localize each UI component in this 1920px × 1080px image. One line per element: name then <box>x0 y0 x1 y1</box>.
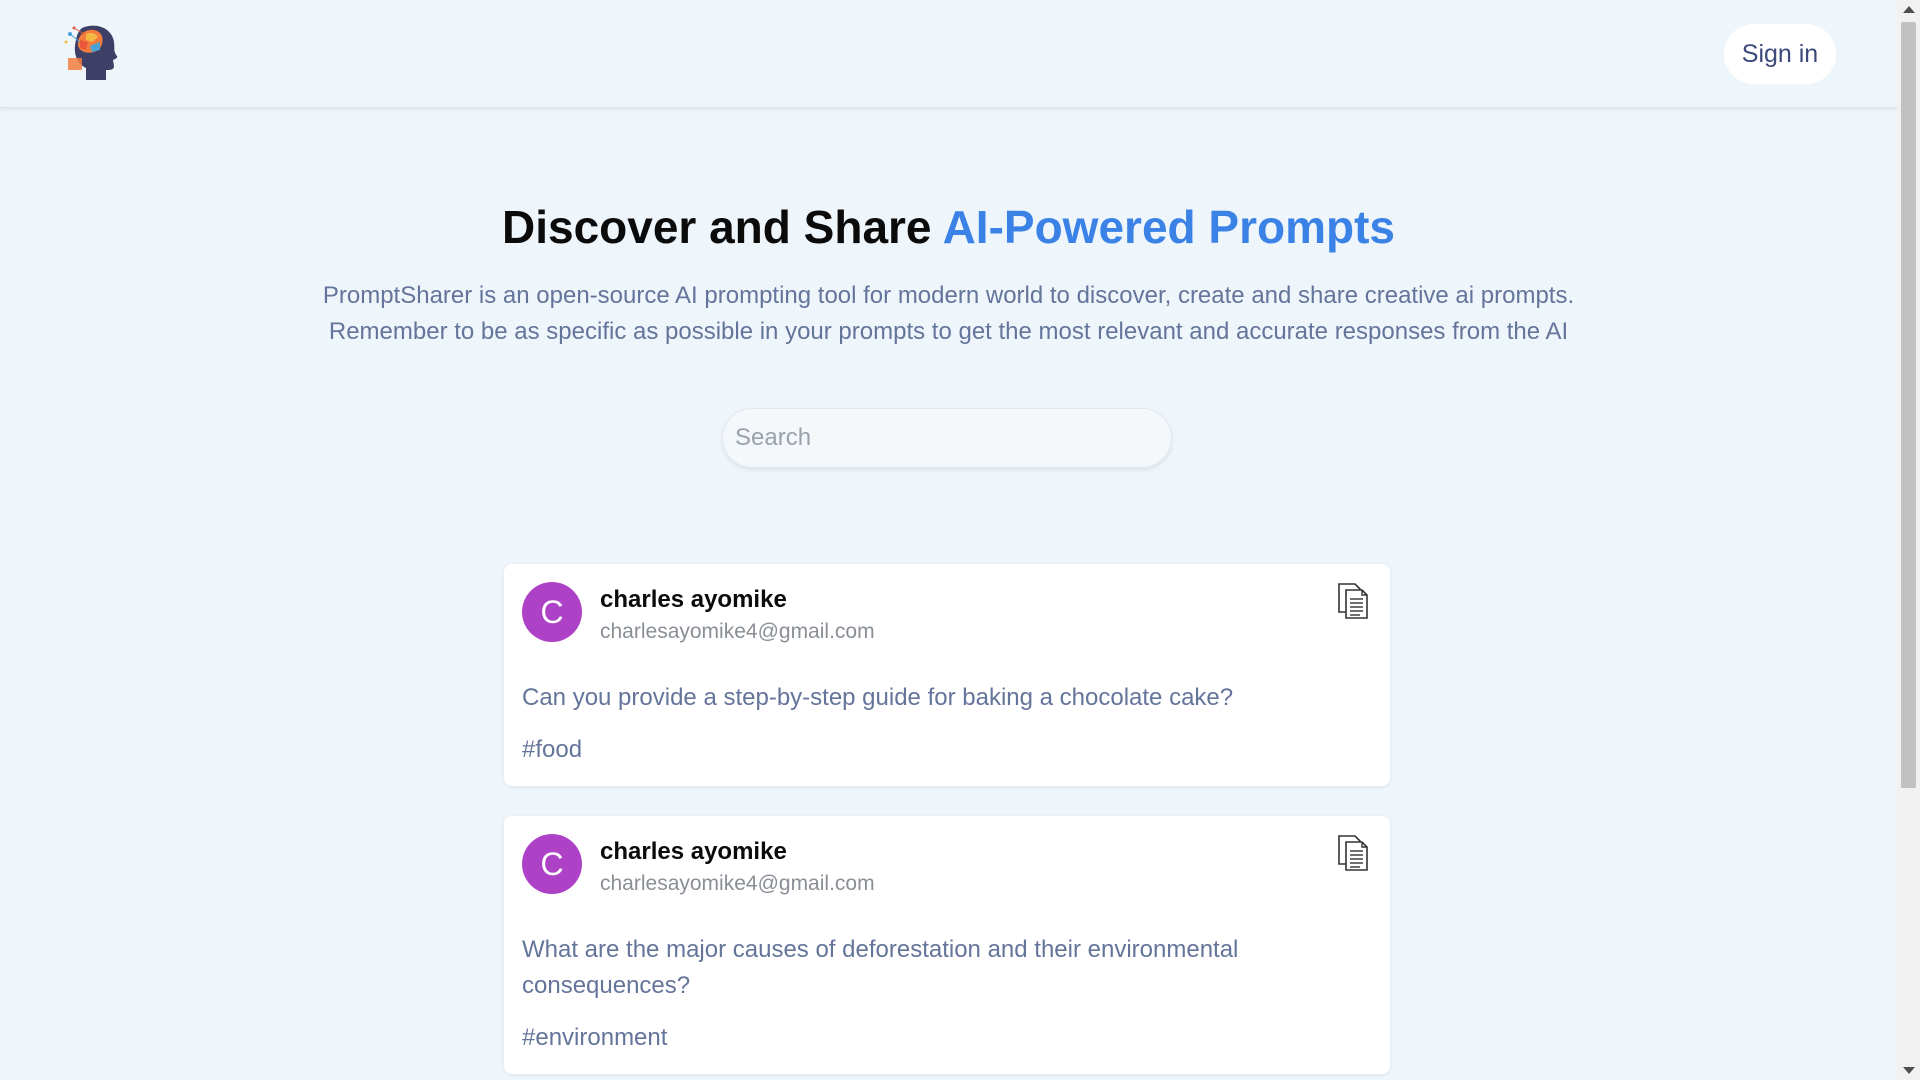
page-description: PromptSharer is an open-source AI prompt… <box>200 278 1697 350</box>
description-line-2: Remember to be as specific as possible i… <box>328 318 1569 345</box>
prompt-card: C charles ayomike charlesayomike4@gmail.… <box>504 564 1390 786</box>
author-name[interactable]: charles ayomike <box>600 586 787 614</box>
prompt-tag[interactable]: #environment <box>522 1024 667 1052</box>
prompt-text: Can you provide a step-by-step guide for… <box>522 684 1234 711</box>
search-input[interactable] <box>722 408 1172 468</box>
top-navbar: Sign in <box>0 0 1897 108</box>
scrollbar-thumb[interactable] <box>1901 22 1916 788</box>
copy-icon[interactable] <box>1336 582 1370 620</box>
title-accent: AI-Powered Prompts <box>942 201 1395 253</box>
copy-icon[interactable] <box>1336 834 1370 872</box>
prompt-text: What are the major causes of deforestati… <box>522 936 1239 999</box>
author-name[interactable]: charles ayomike <box>600 838 787 866</box>
avatar[interactable]: C <box>522 582 582 642</box>
description-line-1: PromptSharer is an open-source AI prompt… <box>322 282 1575 309</box>
prompt-tag[interactable]: #food <box>522 736 582 764</box>
sign-in-button[interactable]: Sign in <box>1724 24 1836 84</box>
scroll-up-arrow-icon[interactable] <box>1903 6 1915 13</box>
prompt-card: C charles ayomike charlesayomike4@gmail.… <box>504 816 1390 1074</box>
brain-head-logo-icon[interactable] <box>60 20 120 84</box>
author-email: charlesayomike4@gmail.com <box>600 620 875 643</box>
vertical-scrollbar[interactable] <box>1897 0 1920 1080</box>
title-main: Discover and Share <box>501 201 943 253</box>
avatar[interactable]: C <box>522 834 582 894</box>
scroll-down-arrow-icon[interactable] <box>1903 1067 1915 1074</box>
author-email: charlesayomike4@gmail.com <box>600 872 875 895</box>
page-title: Discover and Share AI-Powered Prompts <box>0 200 1897 254</box>
